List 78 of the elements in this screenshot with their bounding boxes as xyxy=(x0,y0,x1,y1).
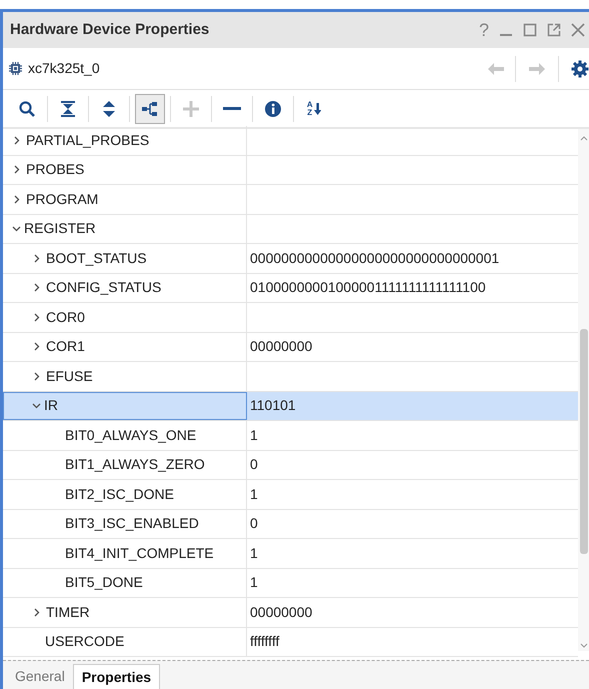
property-name: BIT2_ISC_DONE xyxy=(65,484,174,504)
scrollbar[interactable] xyxy=(578,129,589,651)
property-name: PROBES xyxy=(26,160,84,180)
chevron-right-icon[interactable] xyxy=(14,194,20,204)
property-name-cell[interactable]: PROBES xyxy=(3,156,247,184)
property-value: 1 xyxy=(250,426,258,445)
property-name-cell[interactable]: EFUSE xyxy=(3,362,247,390)
property-value: 1 xyxy=(250,484,258,504)
chevron-right-icon[interactable] xyxy=(34,342,40,352)
search-icon xyxy=(18,100,36,118)
property-name-cell[interactable]: PROGRAM xyxy=(3,185,247,214)
chevron-right-icon[interactable] xyxy=(14,136,20,145)
property-name: BIT5_DONE xyxy=(65,573,143,592)
property-name-cell[interactable]: COR0 xyxy=(3,303,247,332)
property-value: 1 xyxy=(250,573,258,592)
property-name: BIT1_ALWAYS_ZERO xyxy=(65,455,205,474)
chevron-right-icon[interactable] xyxy=(34,608,40,617)
property-value: 00000000 xyxy=(250,337,312,356)
chevron-right-icon[interactable] xyxy=(34,254,40,263)
settings-icon[interactable] xyxy=(571,60,589,78)
chevron-right-icon[interactable] xyxy=(34,283,40,292)
property-name: BOOT_STATUS xyxy=(46,248,147,268)
property-name: TIMER xyxy=(46,602,90,622)
sort-arrow-button[interactable]: A Z xyxy=(299,94,329,124)
property-name-cell[interactable]: BOOT_STATUS xyxy=(3,244,247,272)
property-name-cell[interactable]: REGISTER xyxy=(3,214,247,243)
property-value: 1 xyxy=(250,544,258,563)
property-name-cell[interactable]: BIT1_ALWAYS_ZERO xyxy=(3,450,247,479)
tab[interactable]: Properties xyxy=(72,664,160,689)
property-value: 01000000001000001111111111111100 xyxy=(250,278,486,298)
chevron-right-icon[interactable] xyxy=(14,165,20,174)
property-name-cell[interactable]: PARTIAL_PROBES xyxy=(3,126,247,154)
property-name: COR0 xyxy=(46,308,85,327)
maximize-icon[interactable] xyxy=(523,23,537,37)
property-name-cell[interactable]: BIT5_DONE xyxy=(3,568,247,597)
property-value: 00000000000000000000000000000001 xyxy=(250,248,500,268)
property-name: IR xyxy=(44,396,58,416)
property-name: EFUSE xyxy=(46,366,93,386)
property-name: PARTIAL_PROBES xyxy=(26,130,150,150)
sort-arrow-icon xyxy=(314,102,322,114)
window-title: Hardware Device Properties xyxy=(10,20,210,40)
plus-icon xyxy=(182,100,200,118)
property-name-cell[interactable]: IR xyxy=(3,392,247,420)
property-name: USERCODE xyxy=(45,632,124,652)
property-value: 0 xyxy=(250,514,258,534)
float-icon[interactable] xyxy=(547,23,561,37)
info-icon xyxy=(264,100,282,118)
chevron-down-icon[interactable] xyxy=(12,226,21,232)
chevron-down-icon[interactable] xyxy=(32,402,41,409)
property-name: PROGRAM xyxy=(26,190,98,209)
minus-icon xyxy=(223,106,241,110)
chevron-right-icon[interactable] xyxy=(34,312,40,322)
hierarchy-icon xyxy=(141,100,159,118)
property-name-cell[interactable]: COR1 xyxy=(3,332,247,361)
property-value: ffffffff xyxy=(250,632,280,652)
tab[interactable]: General xyxy=(7,664,73,689)
property-name-cell[interactable]: BIT0_ALWAYS_ONE xyxy=(3,421,247,450)
property-name-cell[interactable]: CONFIG_STATUS xyxy=(3,274,247,302)
device-name: xc7k325t_0 xyxy=(28,59,100,78)
property-name: CONFIG_STATUS xyxy=(46,278,162,298)
property-name-cell[interactable]: USERCODE xyxy=(3,628,247,656)
property-value: 00000000 xyxy=(250,602,312,622)
property-name-cell[interactable]: BIT2_ISC_DONE xyxy=(3,480,247,508)
property-name-cell[interactable]: TIMER xyxy=(3,598,247,626)
hierarchy-button[interactable] xyxy=(135,94,165,124)
property-name-cell[interactable]: BIT3_ISC_ENABLED xyxy=(3,510,247,538)
property-name: REGISTER xyxy=(24,219,96,238)
property-name: COR1 xyxy=(46,337,85,356)
close-icon[interactable] xyxy=(571,23,585,37)
property-name: BIT0_ALWAYS_ONE xyxy=(65,426,196,445)
property-value: 110101 xyxy=(250,396,296,416)
property-name-cell[interactable]: BIT4_INIT_COMPLETE xyxy=(3,539,247,568)
collapse-all-icon xyxy=(59,100,77,118)
property-value: 0 xyxy=(250,455,258,474)
property-name: BIT4_INIT_COMPLETE xyxy=(65,544,214,563)
property-name: BIT3_ISC_ENABLED xyxy=(65,514,199,534)
chip-icon xyxy=(9,62,22,75)
chevron-right-icon[interactable] xyxy=(34,372,40,381)
